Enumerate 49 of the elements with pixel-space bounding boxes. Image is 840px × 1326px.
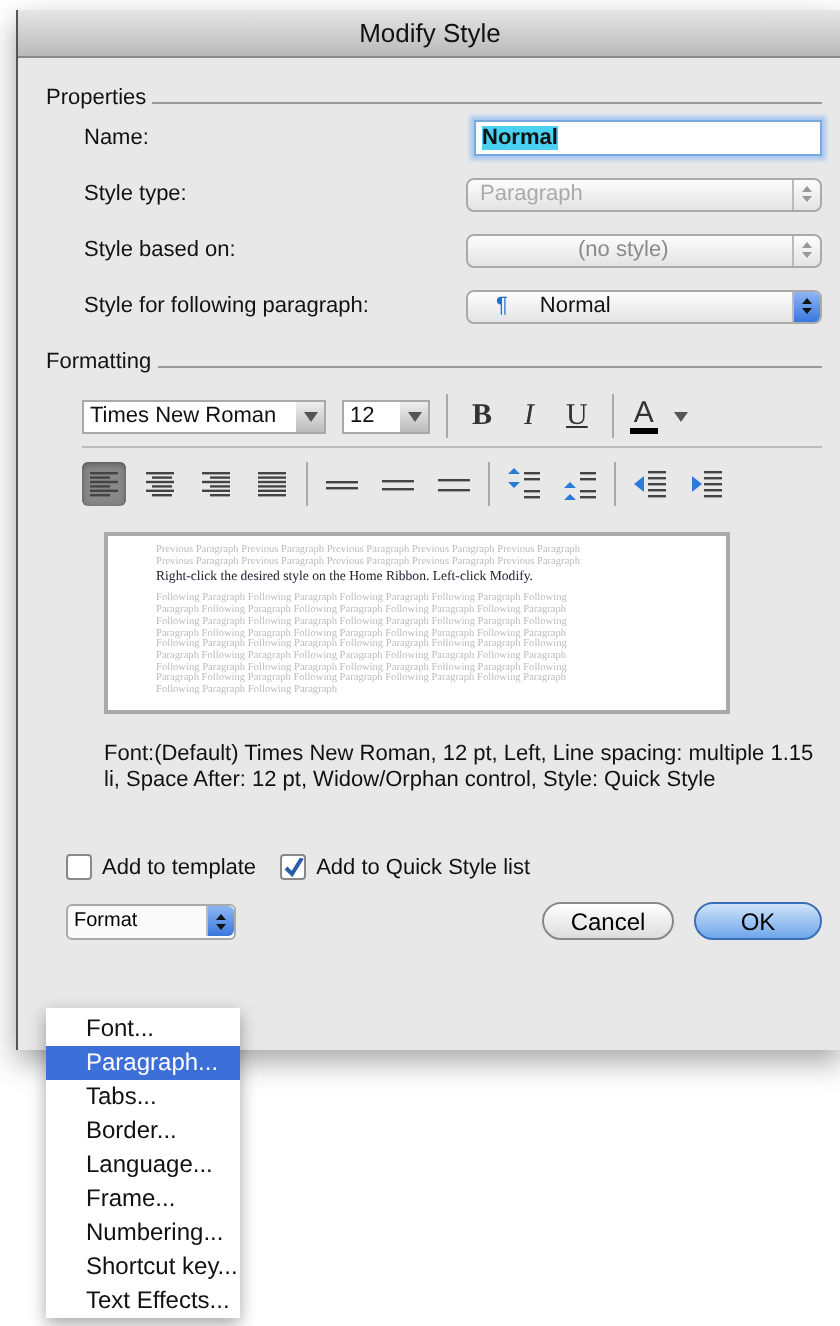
menu-item[interactable]: Border... <box>46 1114 240 1148</box>
checkmark-icon <box>283 857 304 877</box>
stepper-icon <box>800 296 814 316</box>
menu-item[interactable]: Font... <box>46 1012 240 1046</box>
ok-button[interactable]: OK <box>694 902 822 940</box>
name-field[interactable]: Normal <box>474 120 822 156</box>
increase-indent-icon <box>688 470 724 498</box>
menu-item[interactable]: Language... <box>46 1148 240 1182</box>
font-color-button[interactable]: A <box>629 399 658 433</box>
style-description: Font:(Default) Times New Roman, 12 pt, Left, Line spacing: multiple 1.15 li, Space After: 12 pt, Widow/Orphan control, Style: Quick Style <box>104 742 816 794</box>
field-label: Style type: <box>84 182 187 206</box>
window-title: Modify Style <box>359 18 501 48</box>
stepper-icon <box>800 240 814 260</box>
align-center-icon <box>142 468 178 500</box>
align-right-icon <box>198 468 234 500</box>
format-button[interactable]: Format <box>66 903 236 939</box>
section-heading: Properties <box>46 86 147 110</box>
paragraph-spacing-icon <box>562 466 598 502</box>
cancel-button[interactable]: Cancel <box>542 902 674 940</box>
decrease-indent-icon <box>632 470 668 498</box>
pilcrow-icon: ¶ <box>496 294 508 318</box>
checkbox-label: Add to Quick Style list <box>316 855 531 879</box>
stepper-icon <box>800 184 814 204</box>
checkbox[interactable] <box>66 854 92 880</box>
font-size-field[interactable]: 12 <box>342 399 430 433</box>
underline-button[interactable]: U <box>558 399 596 433</box>
checkbox[interactable] <box>280 854 307 880</box>
italic-button[interactable]: I <box>516 399 543 433</box>
caret-icon <box>673 411 688 421</box>
checkbox-label: Add to template <box>102 855 257 879</box>
align-justify-icon <box>254 468 290 500</box>
field-label: Style based on: <box>84 238 236 262</box>
stepper-icon <box>214 911 228 931</box>
font-field[interactable]: Times New Roman <box>82 399 326 433</box>
menu-item[interactable]: Frame... <box>46 1182 240 1216</box>
caret-icon <box>303 411 317 421</box>
bold-button[interactable]: B <box>464 399 501 433</box>
align-left-icon <box>86 468 122 500</box>
section-heading: Formatting <box>46 350 152 374</box>
field-label: Style for following paragraph: <box>84 294 369 318</box>
paragraph-spacing-icon <box>506 466 542 502</box>
menu-item[interactable]: Paragraph... <box>46 1046 240 1080</box>
menu-item[interactable]: Text Effects... <box>46 1284 240 1318</box>
menu-item[interactable]: Numbering... <box>46 1216 240 1250</box>
menu-item[interactable]: Shortcut key... <box>46 1250 240 1284</box>
caret-icon <box>407 411 421 421</box>
field-label: Name: <box>84 126 149 150</box>
style-dropdown[interactable]: ¶ Normal <box>466 289 822 323</box>
menu-item[interactable]: Tabs... <box>46 1080 240 1114</box>
